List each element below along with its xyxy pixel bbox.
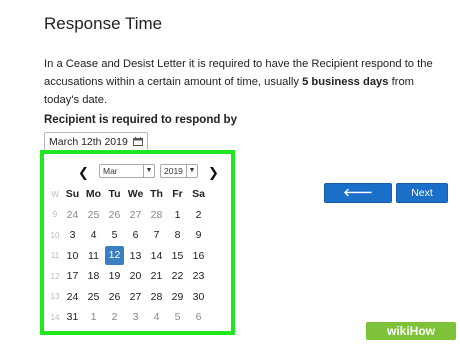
selected-day-cell[interactable]: 12 [104, 246, 125, 267]
day-cell[interactable]: 6 [125, 225, 146, 246]
day-cell[interactable]: 21 [146, 266, 167, 287]
weekday-header: Su [65, 188, 80, 201]
previous-button-label: Previous [337, 205, 379, 217]
date-input[interactable]: March 12th 2019 [44, 132, 148, 152]
day-cell[interactable]: 2 [188, 205, 209, 226]
year-select[interactable]: 2019 ▼ [160, 164, 198, 178]
previous-button[interactable]: 🡐 Previous [324, 183, 392, 217]
day-cell[interactable]: 25 [83, 205, 104, 226]
week-number: 13 [50, 292, 60, 302]
day-cell[interactable]: 1 [83, 307, 104, 328]
day-cell[interactable]: 4 [83, 225, 104, 246]
weekday-header-row: W Su Mo Tu We Th Fr Sa [48, 184, 209, 205]
datepicker: ❮ Mar ▼ 2019 ▼ ❯ W Su Mo Tu We Th Fr Sa … [48, 157, 227, 327]
day-cell[interactable]: 25 [83, 287, 104, 308]
day-cell[interactable]: 22 [167, 266, 188, 287]
day-cell[interactable]: 27 [125, 205, 146, 226]
day-cell[interactable]: 1 [167, 205, 188, 226]
week-number: 14 [50, 312, 60, 322]
month-value: Mar [103, 166, 118, 176]
day-cell[interactable]: 23 [188, 266, 209, 287]
selected-day: 12 [105, 246, 124, 266]
week-number: 11 [50, 251, 60, 261]
day-cell[interactable]: 10 [62, 246, 83, 267]
arrow-left-icon: 🡐 [343, 187, 373, 199]
chevron-down-icon: ▼ [186, 165, 197, 177]
page-title: Response Time [44, 14, 163, 33]
day-cell[interactable]: 14 [146, 246, 167, 267]
weekday-header: We [127, 188, 144, 201]
weekday-header: Th [150, 188, 163, 201]
day-cell[interactable]: 27 [125, 287, 146, 308]
day-cell[interactable]: 24 [62, 205, 83, 226]
day-cell[interactable]: 7 [146, 225, 167, 246]
next-button-label: Next [411, 187, 433, 199]
day-cell[interactable]: 2 [104, 307, 125, 328]
calendar-grid: W Su Mo Tu We Th Fr Sa 9 24 25 26 27 28 … [48, 184, 209, 328]
month-select[interactable]: Mar ▼ [99, 164, 155, 178]
week-row: 10 3 4 5 6 7 8 9 [48, 225, 209, 246]
day-cell[interactable]: 5 [167, 307, 188, 328]
day-cell[interactable]: 26 [104, 205, 125, 226]
day-cell[interactable]: 17 [62, 266, 83, 287]
year-value: 2019 [164, 166, 183, 176]
day-cell[interactable]: 15 [167, 246, 188, 267]
prev-month-button[interactable]: ❮ [78, 165, 89, 181]
weekday-header: Fr [172, 188, 183, 201]
day-cell[interactable]: 28 [146, 287, 167, 308]
day-cell[interactable]: 18 [83, 266, 104, 287]
week-number: 12 [50, 271, 60, 281]
day-cell[interactable]: 29 [167, 287, 188, 308]
weekday-header: Tu [108, 188, 121, 201]
day-cell[interactable]: 3 [62, 225, 83, 246]
day-cell[interactable]: 28 [146, 205, 167, 226]
field-label: Recipient is required to respond by [44, 114, 237, 126]
day-cell[interactable]: 6 [188, 307, 209, 328]
day-cell[interactable]: 3 [125, 307, 146, 328]
date-value: March 12th 2019 [49, 136, 128, 148]
week-row: 11 10 11 12 13 14 15 16 [48, 246, 209, 267]
chevron-down-icon: ▼ [143, 165, 154, 177]
description: In a Cease and Desist Letter it is requi… [44, 55, 449, 109]
week-row: 9 24 25 26 27 28 1 2 [48, 205, 209, 226]
day-cell[interactable]: 26 [104, 287, 125, 308]
wikihow-logo: wikiHow [366, 322, 456, 340]
description-bold: 5 business days [302, 76, 389, 88]
week-header: W [51, 189, 59, 199]
weekday-header: Sa [192, 188, 205, 201]
day-cell[interactable]: 4 [146, 307, 167, 328]
day-cell[interactable]: 31 [62, 307, 83, 328]
week-row: 13 24 25 26 27 28 29 30 [48, 287, 209, 308]
week-number: 10 [50, 230, 60, 240]
day-cell[interactable]: 24 [62, 287, 83, 308]
week-number: 9 [52, 210, 58, 220]
next-button[interactable]: Next 🡒 [396, 183, 448, 217]
next-month-button[interactable]: ❯ [208, 165, 219, 181]
day-cell[interactable]: 20 [125, 266, 146, 287]
day-cell[interactable]: 19 [104, 266, 125, 287]
day-cell[interactable]: 8 [167, 225, 188, 246]
week-row: 12 17 18 19 20 21 22 23 [48, 266, 209, 287]
weekday-header: Mo [85, 188, 102, 201]
day-cell[interactable]: 16 [188, 246, 209, 267]
day-cell[interactable]: 5 [104, 225, 125, 246]
day-cell[interactable]: 30 [188, 287, 209, 308]
day-cell[interactable]: 13 [125, 246, 146, 267]
calendar-icon[interactable] [133, 137, 143, 146]
week-row: 14 31 1 2 3 4 5 6 [48, 307, 209, 328]
arrow-right-icon: 🡒 [407, 205, 437, 217]
day-cell[interactable]: 11 [83, 246, 104, 267]
day-cell[interactable]: 9 [188, 225, 209, 246]
